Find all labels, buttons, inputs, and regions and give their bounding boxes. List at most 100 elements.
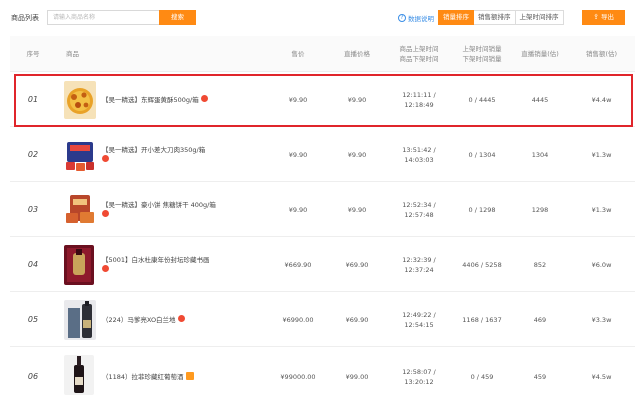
listing-time: 12:52:34 / 12:57:48 bbox=[386, 183, 452, 236]
table-row[interactable]: 03 【吴一精选】豪小饼 焦糖饼干 400g/箱 ¥9.90 ¥9.90 12:… bbox=[10, 183, 635, 237]
listing-time: 12:49:22 / 12:54:15 bbox=[386, 293, 452, 346]
listing-sales: 0 / 459 bbox=[470, 372, 494, 381]
col-index: 序号 bbox=[26, 50, 40, 58]
revenue: ¥1.3w bbox=[591, 150, 612, 159]
col-listing-time: 商品上架时间 商品下架时间 bbox=[386, 36, 452, 72]
toolbar: 商品列表 搜索 ? 数据说明 销量排序 销售额排序 上架时间排序 ⇪导出 bbox=[0, 0, 640, 36]
product-name-cell: （224）马爹亮XO白兰地 bbox=[102, 293, 268, 346]
col-listing-time-line1: 商品上架时间 bbox=[399, 45, 439, 53]
table-row[interactable]: 04 【5001】白水杜康年份封坛珍藏书画 ¥669.90 ¥69.90 12:… bbox=[10, 238, 635, 292]
sort-toggle-group: 销量排序 销售额排序 上架时间排序 bbox=[438, 10, 564, 25]
listing-time: 12:58:07 / 13:20:12 bbox=[386, 348, 452, 405]
tag-icon bbox=[185, 371, 194, 380]
row-index: 05 bbox=[27, 314, 39, 324]
time-off: 14:03:03 bbox=[404, 155, 434, 164]
listing-time: 12:11:11 / 12:18:49 bbox=[386, 73, 452, 126]
product-name-cell: 【吴一精选】东辉蛋黄酥500g/箱 bbox=[102, 73, 268, 126]
product-name[interactable]: （1184）拉菲珍藏红葡萄酒 bbox=[102, 373, 184, 381]
product-thumbnail-pastry[interactable] bbox=[64, 81, 96, 119]
data-help-label: 数据说明 bbox=[408, 15, 434, 23]
time-on: 12:52:34 / bbox=[402, 200, 436, 209]
col-listing-time-line2: 商品下架时间 bbox=[399, 55, 439, 63]
listing-time: 12:32:39 / 12:37:24 bbox=[386, 238, 452, 291]
hot-icon bbox=[177, 315, 185, 322]
time-on: 12:11:11 / bbox=[402, 90, 436, 99]
hot-icon bbox=[102, 210, 109, 217]
listing-time: 13:51:42 / 14:03:03 bbox=[386, 128, 452, 181]
col-price: 售价 bbox=[291, 50, 305, 58]
question-icon: ? bbox=[398, 14, 406, 22]
product-thumbnail-snackbag[interactable] bbox=[64, 136, 96, 174]
hot-icon bbox=[200, 95, 208, 102]
live-sales: 1304 bbox=[531, 150, 549, 159]
price: ¥99000.00 bbox=[280, 372, 316, 381]
time-off: 12:18:49 bbox=[404, 100, 434, 109]
data-help-link[interactable]: ? 数据说明 bbox=[398, 13, 434, 23]
col-revenue: 销售额(估) bbox=[585, 50, 618, 58]
search-input[interactable] bbox=[47, 10, 159, 25]
product-name[interactable]: （224）马爹亮XO白兰地 bbox=[102, 316, 176, 324]
revenue: ¥1.3w bbox=[591, 205, 612, 214]
listing-sales: 1168 / 1637 bbox=[462, 315, 502, 324]
live-price: ¥99.00 bbox=[345, 372, 369, 381]
col-live-price: 直播价格 bbox=[344, 50, 370, 58]
revenue: ¥4.4w bbox=[591, 95, 612, 104]
product-name-cell: （1184）拉菲珍藏红葡萄酒 bbox=[102, 348, 268, 405]
table-header: 序号 商品 售价 直播价格 商品上架时间 商品下架时间 上架时间销量 下架时间销… bbox=[10, 36, 635, 72]
product-name[interactable]: 【吴一精选】开小差大刀肉350g/箱 bbox=[102, 146, 205, 154]
table-row[interactable]: 02 【吴一精选】开小差大刀肉350g/箱 ¥9.90 ¥9.90 13:51:… bbox=[10, 128, 635, 182]
table-row[interactable]: 01 【吴一精选】东辉蛋黄酥500g/箱 ¥9.90 ¥9.90 12:11:1… bbox=[10, 73, 635, 127]
live-sales: 1298 bbox=[531, 205, 549, 214]
time-off: 13:20:12 bbox=[404, 377, 434, 386]
price: ¥9.90 bbox=[288, 150, 308, 159]
listing-sales: 0 / 1304 bbox=[468, 150, 496, 159]
listing-sales: 4406 / 5258 bbox=[462, 260, 502, 269]
product-name[interactable]: 【吴一精选】东辉蛋黄酥500g/箱 bbox=[102, 96, 199, 104]
product-name[interactable]: 【吴一精选】豪小饼 焦糖饼干 400g/箱 bbox=[102, 201, 216, 209]
live-price: ¥9.90 bbox=[347, 95, 367, 104]
time-on: 13:51:42 / bbox=[402, 145, 436, 154]
row-index: 03 bbox=[27, 204, 39, 214]
revenue: ¥6.0w bbox=[591, 260, 612, 269]
col-listing-sales-line1: 上架时间销量 bbox=[462, 45, 502, 53]
product-name-cell: 【吴一精选】豪小饼 焦糖饼干 400g/箱 bbox=[102, 183, 268, 236]
price: ¥9.90 bbox=[288, 95, 308, 104]
col-live-sales: 直播销量(估) bbox=[521, 50, 559, 58]
row-index: 01 bbox=[27, 94, 39, 104]
search-button[interactable]: 搜索 bbox=[159, 10, 196, 25]
table-row[interactable]: 06 （1184）拉菲珍藏红葡萄酒 ¥99000.00 ¥99.00 12:58… bbox=[10, 348, 635, 405]
live-price: ¥9.90 bbox=[347, 150, 367, 159]
live-sales: 4445 bbox=[531, 95, 549, 104]
time-on: 12:32:39 / bbox=[402, 255, 436, 264]
row-index: 06 bbox=[27, 371, 39, 381]
product-name[interactable]: 【5001】白水杜康年份封坛珍藏书画 bbox=[102, 256, 210, 264]
sort-by-revenue-button[interactable]: 销售额排序 bbox=[474, 10, 516, 25]
listing-sales: 0 / 4445 bbox=[468, 95, 496, 104]
product-thumbnail-redwine[interactable] bbox=[64, 355, 94, 395]
time-off: 12:54:15 bbox=[404, 320, 434, 329]
product-thumbnail-cookies[interactable] bbox=[64, 191, 96, 229]
row-index: 02 bbox=[27, 149, 39, 159]
live-price: ¥69.90 bbox=[345, 315, 369, 324]
live-price: ¥69.90 bbox=[345, 260, 369, 269]
live-sales: 852 bbox=[533, 260, 547, 269]
export-icon: ⇪ bbox=[593, 13, 599, 21]
time-on: 12:49:22 / bbox=[402, 310, 436, 319]
col-product: 商品 bbox=[66, 50, 79, 58]
revenue: ¥3.3w bbox=[591, 315, 612, 324]
col-listing-sales-line2: 下架时间销量 bbox=[462, 55, 502, 63]
product-thumbnail-brandy[interactable] bbox=[64, 300, 96, 340]
listing-sales: 0 / 1298 bbox=[468, 205, 496, 214]
revenue: ¥4.5w bbox=[591, 372, 612, 381]
product-name-cell: 【5001】白水杜康年份封坛珍藏书画 bbox=[102, 238, 268, 291]
product-thumbnail-winebox[interactable] bbox=[64, 245, 94, 285]
hot-icon bbox=[102, 265, 109, 272]
col-listing-sales: 上架时间销量 下架时间销量 bbox=[452, 36, 512, 72]
time-off: 12:57:48 bbox=[404, 210, 434, 219]
export-label: 导出 bbox=[600, 13, 614, 21]
live-sales: 459 bbox=[533, 372, 547, 381]
sort-by-time-button[interactable]: 上架时间排序 bbox=[515, 10, 564, 25]
sort-by-sales-button[interactable]: 销量排序 bbox=[438, 10, 474, 25]
table-row[interactable]: 05 （224）马爹亮XO白兰地 ¥6990.00 ¥69.90 12:49:2… bbox=[10, 293, 635, 347]
export-button[interactable]: ⇪ 导出 bbox=[582, 10, 625, 25]
